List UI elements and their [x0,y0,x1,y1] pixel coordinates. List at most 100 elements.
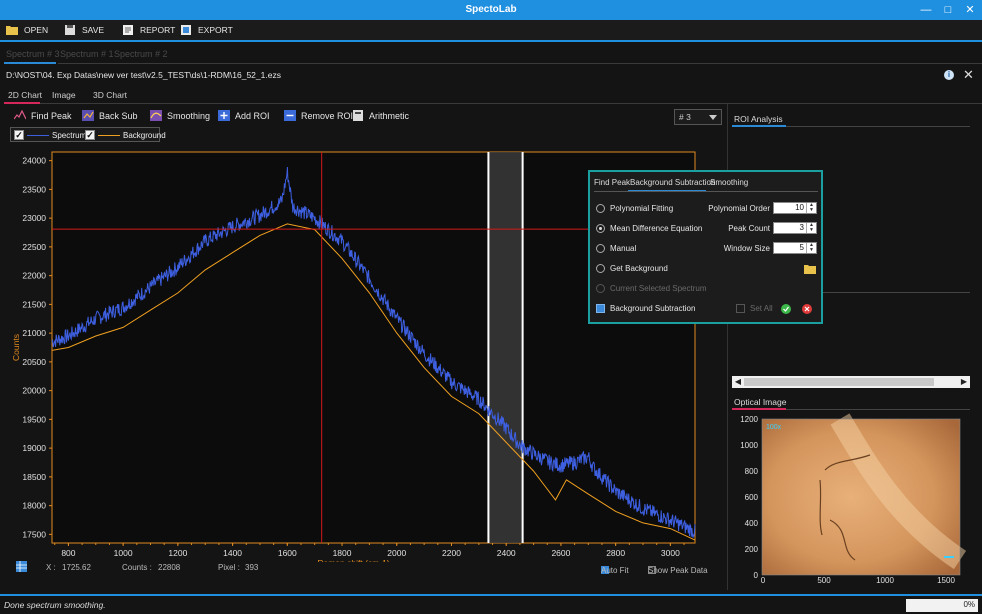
current-spectrum-label: Current Selected Spectrum [610,284,707,293]
back-sub-button[interactable]: Back Sub [82,110,138,121]
find-peak-button[interactable]: Find Peak [14,110,72,121]
add-roi-icon [218,110,230,121]
maximize-button[interactable]: □ [940,2,956,18]
spin-updown-icon[interactable]: ▲ ▼ [806,203,816,213]
x-tick-label: 2800 [606,548,625,558]
optical-x-tick-label: 0 [761,576,766,585]
mean-difference-radio[interactable] [596,224,605,233]
roi-tab-indicator [732,125,786,127]
popup-tab-find-peak[interactable]: Find Peak [594,178,630,187]
roi-analysis-tab[interactable]: ROI Analysis [734,114,783,124]
remove-roi-button[interactable]: Remove ROI [284,110,353,121]
roi-scrollbar[interactable]: ◀ ▶ [732,376,970,388]
spin-updown-icon[interactable]: ▲ ▼ [806,243,816,253]
set-all-checkbox[interactable] [736,304,745,313]
menu-report[interactable]: REPORT [122,23,175,37]
menu-open[interactable]: OPEN [6,23,48,37]
polynomial-fitting-label: Polynomial Fitting [610,204,674,213]
get-background-radio[interactable] [596,264,605,273]
chevron-down-icon [709,115,717,120]
scroll-left-icon[interactable]: ◀ [732,376,744,388]
roi-band[interactable] [488,152,523,543]
scroll-right-icon[interactable]: ▶ [958,376,970,388]
optical-x-tick-label: 500 [817,576,831,585]
info-icon[interactable]: i [944,70,954,80]
x-tick-label: 800 [61,548,75,558]
polynomial-order-value: 10 [795,203,804,212]
popup-tab-background-subtraction[interactable]: Background Subtraction [630,178,715,187]
option-mean-difference-equation[interactable]: Mean Difference Equation [596,224,702,233]
window-size-value: 5 [799,243,804,252]
tab-spectrum-1[interactable]: Spectrum # 1 [60,49,114,59]
tab-image[interactable]: Image [52,90,76,100]
folder-icon[interactable] [804,264,816,274]
popup-tab-smoothing[interactable]: Smoothing [710,178,748,187]
manual-radio[interactable] [596,244,605,253]
peak-count-input[interactable]: 3 ▲ ▼ [773,222,817,234]
back-sub-label: Back Sub [99,110,138,121]
tab-spectrum-2[interactable]: Spectrum # 2 [114,49,168,59]
optical-y-tick-label: 200 [745,545,759,554]
apply-check-icon[interactable] [781,304,791,314]
add-roi-button[interactable]: Add ROI [218,110,270,121]
menu-export-label: EXPORT [198,25,233,35]
title-bar: SpectoLab — □ ✕ [0,0,982,20]
optical-image-plot[interactable]: 100x 1200 1000 800 600 400 200 00 500 1000 1500 [730,410,980,590]
optical-y-tick-label: 1200 [740,415,758,424]
report-icon [123,25,133,35]
close-document-icon[interactable]: ✕ [963,67,974,83]
option-get-background[interactable]: Get Background [596,264,668,273]
x-tick-label: 1600 [278,548,297,558]
smoothing-icon [150,110,162,121]
polynomial-fitting-radio[interactable] [596,204,605,213]
polynomial-order-input[interactable]: 10 ▲ ▼ [773,202,817,214]
option-current-selected-spectrum[interactable]: Current Selected Spectrum [596,284,707,293]
smoothing-label: Smoothing [167,110,211,121]
scroll-thumb[interactable] [744,378,934,386]
y-tick-label: 20000 [22,386,46,396]
remove-roi-icon [284,110,296,121]
x-tick-label: 2000 [387,548,406,558]
y-tick-label: 18000 [22,501,46,511]
spectrum-select[interactable]: # 3 [674,109,722,125]
spectrum-checkbox[interactable]: ✓ [14,130,24,140]
smoothing-button[interactable]: Smoothing [150,110,210,121]
current-spectrum-radio[interactable] [596,284,605,293]
tab-3d-chart[interactable]: 3D Chart [93,90,127,100]
background-checkbox[interactable]: ✓ [85,130,95,140]
y-tick-label: 22500 [22,242,46,252]
cancel-x-icon[interactable] [802,304,812,314]
table-icon[interactable] [16,561,27,574]
close-window-button[interactable]: ✕ [962,2,978,18]
optical-image-tab[interactable]: Optical Image [734,397,786,407]
y-tick-label: 17500 [22,529,46,539]
scale-bar [944,556,954,558]
spectrum-select-value: # 3 [679,112,691,122]
arithmetic-button[interactable]: Arithmetic [352,110,409,121]
view-tab-active-indicator [4,102,40,104]
status-bar: Done spectrum smoothing. 0% [0,594,982,614]
tab-spectrum-3[interactable]: Spectrum # 3 [6,49,60,59]
legend-item-spectrum[interactable]: ✓ Spectrum [14,130,86,140]
spin-updown-icon[interactable]: ▲ ▼ [806,223,816,233]
tab-2d-chart[interactable]: 2D Chart [8,90,42,100]
legend-item-background[interactable]: ✓ Background [85,130,166,140]
optical-x-tick-label: 1000 [876,576,894,585]
mean-difference-label: Mean Difference Equation [610,224,703,233]
y-tick-label: 21000 [22,328,46,338]
x-tick-label: 1200 [168,548,187,558]
y-axis-label: Counts [11,334,21,361]
window-size-input[interactable]: 5 ▲ ▼ [773,242,817,254]
option-background-subtraction[interactable]: Background Subtraction [596,304,695,313]
menu-export[interactable]: EXPORT [180,23,233,37]
option-polynomial-fitting[interactable]: Polynomial Fitting [596,204,673,213]
set-all-toggle[interactable]: Set All [736,304,773,313]
y-tick-label: 18500 [22,472,46,482]
option-manual[interactable]: Manual [596,244,636,253]
menu-separator [0,40,982,42]
minimize-button[interactable]: — [918,2,934,18]
background-subtraction-checkbox[interactable] [596,304,605,313]
menu-save[interactable]: SAVE [64,23,104,37]
doc-tab-divider [58,63,982,64]
peak-count-label: Peak Count [728,224,770,233]
